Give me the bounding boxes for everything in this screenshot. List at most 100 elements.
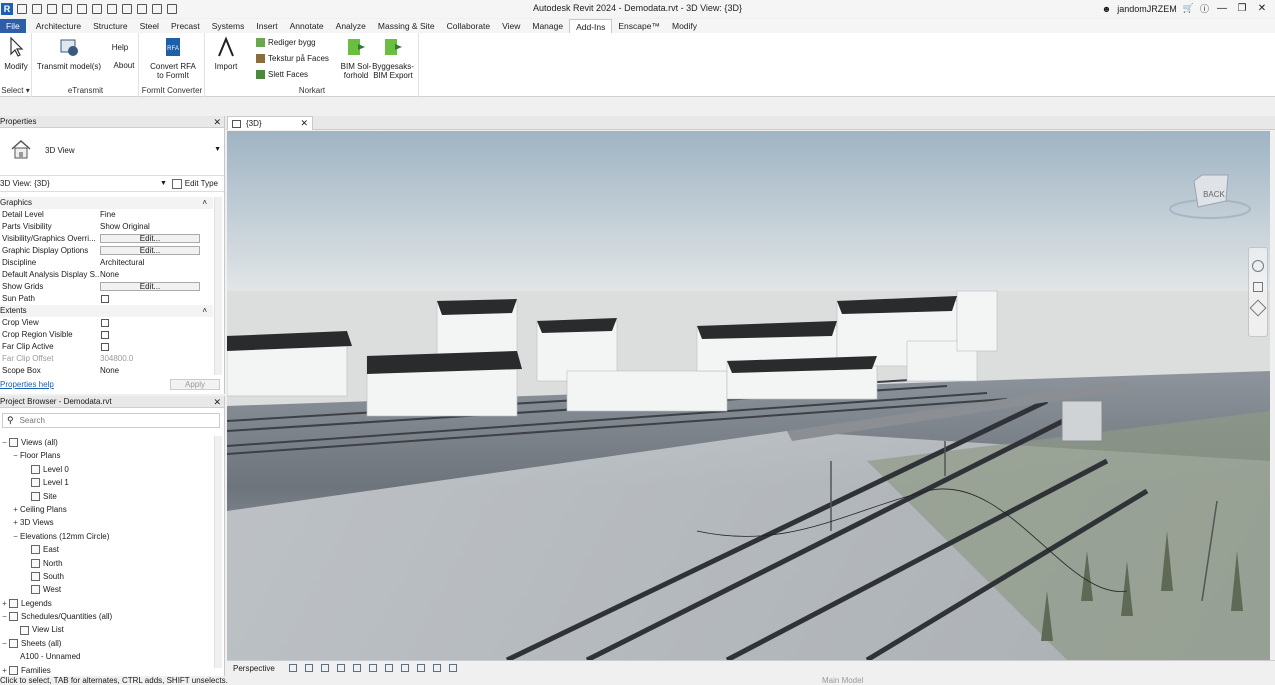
- byggesaks-bim-export-button[interactable]: Byggesaks- BIM Export: [372, 36, 414, 80]
- expand-icon[interactable]: +: [11, 516, 20, 529]
- collapse-icon[interactable]: −: [11, 530, 20, 543]
- property-checkbox[interactable]: [101, 343, 109, 351]
- tab-steel[interactable]: Steel: [134, 19, 165, 33]
- tree-node[interactable]: + Legends: [0, 597, 213, 610]
- tab-massing-site[interactable]: Massing & Site: [372, 19, 441, 33]
- tree-node[interactable]: East: [0, 543, 213, 556]
- save-icon[interactable]: [32, 4, 42, 14]
- tab-architecture[interactable]: Architecture: [30, 19, 87, 33]
- collapse-icon[interactable]: −: [0, 436, 9, 449]
- tab-precast[interactable]: Precast: [165, 19, 206, 33]
- scale-icon[interactable]: [288, 664, 297, 672]
- tree-node[interactable]: Site: [0, 490, 213, 503]
- open-icon[interactable]: [17, 4, 27, 14]
- tab-collaborate[interactable]: Collaborate: [441, 19, 496, 33]
- type-selector[interactable]: 3D View ▼: [0, 128, 224, 176]
- expand-icon[interactable]: +: [11, 503, 20, 516]
- view-selector-dropdown-icon[interactable]: ▼: [160, 176, 167, 192]
- revit-logo-icon[interactable]: R: [1, 3, 13, 15]
- view-selector[interactable]: 3D View: {3D}: [0, 179, 50, 188]
- cart-icon[interactable]: 🛒: [1183, 3, 1194, 14]
- steering-wheel-icon[interactable]: [1252, 260, 1264, 272]
- tab-structure[interactable]: Structure: [87, 19, 134, 33]
- user-icon[interactable]: ☻: [1102, 4, 1111, 14]
- lock-3d-icon[interactable]: [416, 664, 425, 672]
- detail-level-icon[interactable]: [304, 664, 313, 672]
- tab-view[interactable]: View: [496, 19, 526, 33]
- modify-button[interactable]: Modify: [2, 36, 30, 71]
- orbit-icon[interactable]: [1249, 299, 1267, 317]
- tree-node[interactable]: + Ceiling Plans: [0, 503, 213, 516]
- close-browser-icon[interactable]: ✕: [213, 396, 221, 408]
- tab-insert[interactable]: Insert: [250, 19, 283, 33]
- select-dropdown[interactable]: Select ▾: [0, 86, 31, 95]
- reveal-hidden-icon[interactable]: [448, 664, 457, 672]
- property-checkbox[interactable]: [101, 331, 109, 339]
- view-tab-3d[interactable]: {3D} ✕: [227, 116, 313, 130]
- tab-annotate[interactable]: Annotate: [284, 19, 330, 33]
- about-button[interactable]: About: [112, 61, 136, 70]
- property-value[interactable]: Architectural: [100, 257, 213, 269]
- tab-manage[interactable]: Manage: [526, 19, 569, 33]
- tab-analyze[interactable]: Analyze: [330, 19, 372, 33]
- tree-node[interactable]: View List: [0, 623, 213, 636]
- crop-view-icon[interactable]: [384, 664, 393, 672]
- property-checkbox[interactable]: [101, 295, 109, 303]
- property-value[interactable]: None: [100, 269, 213, 281]
- browser-scrollbar[interactable]: [214, 436, 222, 668]
- sync-icon[interactable]: [47, 4, 57, 14]
- property-value[interactable]: 304800.0: [100, 353, 213, 365]
- browser-search-input[interactable]: [19, 416, 210, 425]
- tab-add-ins[interactable]: Add-Ins: [569, 19, 613, 33]
- properties-scrollbar[interactable]: [214, 197, 222, 375]
- show-crop-icon[interactable]: [400, 664, 409, 672]
- property-checkbox[interactable]: [101, 319, 109, 327]
- collapse-section-icon[interactable]: ˄: [100, 197, 213, 209]
- tree-node[interactable]: − Floor Plans: [0, 449, 213, 462]
- expand-icon[interactable]: +: [0, 597, 9, 610]
- tree-node[interactable]: West: [0, 583, 213, 596]
- measure-icon[interactable]: [107, 4, 117, 14]
- restore-button[interactable]: ❐: [1235, 3, 1249, 14]
- tree-node[interactable]: − Elevations (12mm Circle): [0, 530, 213, 543]
- 3d-viewport[interactable]: [227, 131, 1270, 660]
- render-icon[interactable]: [368, 664, 377, 672]
- bim-solforhold-button[interactable]: BIM Sol- forhold: [339, 36, 373, 80]
- navigation-bar[interactable]: [1248, 247, 1268, 337]
- tree-node[interactable]: South: [0, 570, 213, 583]
- temporary-hide-icon[interactable]: [432, 664, 441, 672]
- redo-icon[interactable]: [77, 4, 87, 14]
- convert-rfa-button[interactable]: RFA Convert RFA to FormIt: [148, 36, 198, 80]
- zoom-icon[interactable]: [1253, 282, 1263, 292]
- close-properties-icon[interactable]: ✕: [213, 116, 221, 128]
- transmit-models-button[interactable]: Transmit model(s): [36, 36, 102, 71]
- visual-style-icon[interactable]: [320, 664, 329, 672]
- tab-enscape[interactable]: Enscape™: [612, 19, 666, 33]
- tree-node[interactable]: Level 1: [0, 476, 213, 489]
- collapse-icon[interactable]: −: [0, 610, 9, 623]
- rediger-bygg-button[interactable]: Rediger bygg: [256, 38, 316, 47]
- tree-node[interactable]: − Views (all): [0, 436, 213, 449]
- collapse-section-icon[interactable]: ˄: [100, 305, 213, 317]
- tree-node[interactable]: Level 0: [0, 463, 213, 476]
- help-icon[interactable]: ⓘ: [1200, 2, 1209, 15]
- import-button[interactable]: Import: [212, 36, 240, 71]
- section-icon[interactable]: [152, 4, 162, 14]
- text-icon[interactable]: [122, 4, 132, 14]
- tab-systems[interactable]: Systems: [206, 19, 251, 33]
- property-value[interactable]: None: [100, 365, 213, 377]
- property-edit-button[interactable]: Edit...: [100, 282, 200, 291]
- browser-search[interactable]: ⚲: [2, 413, 220, 428]
- property-value[interactable]: Fine: [100, 209, 213, 221]
- minimize-button[interactable]: —: [1215, 3, 1229, 14]
- home-view-icon[interactable]: [137, 4, 147, 14]
- tekstur-button[interactable]: Tekstur på Faces: [256, 54, 329, 63]
- tree-node[interactable]: North: [0, 557, 213, 570]
- shadows-icon[interactable]: [352, 664, 361, 672]
- property-edit-button[interactable]: Edit...: [100, 234, 200, 243]
- undo-icon[interactable]: [62, 4, 72, 14]
- tab-modify[interactable]: Modify: [666, 19, 703, 33]
- property-value[interactable]: Show Original: [100, 221, 213, 233]
- apply-button[interactable]: Apply: [170, 379, 220, 390]
- slett-faces-button[interactable]: Slett Faces: [256, 70, 308, 79]
